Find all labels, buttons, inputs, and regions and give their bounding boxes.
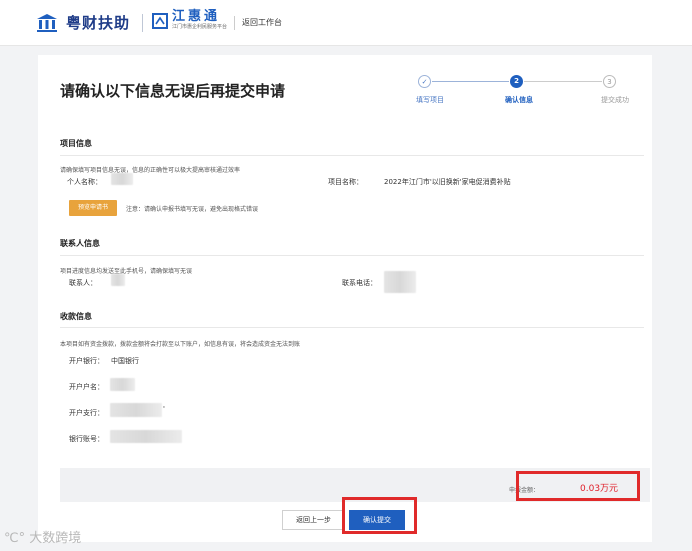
step-1-label: 填写项目 (416, 96, 444, 104)
header-divider-2 (234, 16, 235, 30)
payment-section-divider (60, 327, 644, 328)
contact-section-title: 联系人信息 (60, 239, 100, 248)
header-divider (142, 14, 143, 32)
step-connector-1 (432, 81, 509, 82)
bank-building-icon (37, 13, 57, 32)
progress-steps: ✓ 2 3 填写项目 确认信息 提交成功 (388, 75, 648, 115)
back-to-workbench-link[interactable]: 返回工作台 (242, 17, 282, 28)
step-3-circle: 3 (603, 75, 616, 88)
yuecai-logo[interactable]: 粤财扶助 (36, 12, 130, 33)
branch-label: 开户支行： (69, 409, 104, 417)
contact-hint: 项目进度信息均发送至此手机号，请确保填写无误 (60, 268, 193, 275)
step-2-circle: 2 (510, 75, 523, 88)
project-section-title: 项目信息 (60, 139, 92, 148)
branch-suffix: ' (163, 405, 165, 413)
page-title: 请确认以下信息无误后再提交申请 (60, 82, 286, 100)
brand2-name: 江惠通 (172, 9, 221, 24)
contact-person-redacted (111, 274, 125, 286)
brand2-subtitle: 江门市惠企利民服务平台 (172, 24, 228, 30)
project-section-divider (60, 155, 644, 156)
application-note: 注意：请确认申报书填写无误，避免出现格式错误 (126, 206, 259, 213)
account-number-redacted (110, 430, 182, 443)
top-header: 粤财扶助 江惠通 江门市惠企利民服务平台 返回工作台 (0, 0, 692, 46)
branch-redacted (110, 403, 162, 417)
bank-name-label: 开户银行： (69, 357, 104, 365)
person-name-redacted (111, 173, 133, 185)
submit-highlight-box (342, 497, 417, 534)
watermark: ℃° 大数跨境 (4, 527, 81, 546)
brand1-text: 粤财扶助 (66, 14, 131, 32)
back-step-button[interactable]: 返回上一步 (282, 510, 345, 530)
account-number-label: 银行账号： (69, 435, 104, 443)
payment-section-title: 收款信息 (60, 312, 92, 321)
contact-phone-label: 联系电话： (342, 279, 377, 287)
contact-person-label: 联系人： (69, 279, 97, 287)
step-3-label: 提交成功 (601, 96, 629, 104)
account-name-label: 开户户名： (69, 383, 104, 391)
payment-hint: 本项目如有资金拨款，拨款金额将会打款至以下账户，如信息有误，将会造成资金无法到账 (60, 341, 301, 348)
person-name-label: 个人名称： (67, 178, 102, 186)
contact-section-divider (60, 255, 644, 256)
watermark-text: 大数跨境 (29, 531, 82, 546)
watermark-logo-icon: ℃° (4, 531, 26, 546)
contact-phone-redacted (384, 271, 416, 293)
project-name-label: 项目名称： (328, 178, 363, 186)
project-name-value: 2022年江门市'以旧换新'家电促消费补贴 (384, 178, 511, 186)
confirm-card: 请确认以下信息无误后再提交申请 ✓ 2 3 填写项目 确认信息 提交成功 项目信… (38, 55, 652, 542)
jianghuitong-logo[interactable]: 江惠通 江门市惠企利民服务平台 (152, 10, 227, 31)
step-connector-2 (524, 81, 602, 82)
jianghuitong-mark-icon (152, 12, 168, 29)
amount-highlight-box (516, 471, 640, 501)
project-hint: 请确保填写项目信息无误，信息的正确性可以极大提高审核通过效率 (60, 167, 241, 174)
account-name-redacted (110, 378, 135, 391)
bank-name-value: 中国银行 (111, 357, 139, 365)
preview-application-button[interactable]: 预览申请书 (69, 200, 117, 216)
step-2-label: 确认信息 (505, 96, 533, 104)
step-1-check-icon: ✓ (418, 75, 431, 88)
